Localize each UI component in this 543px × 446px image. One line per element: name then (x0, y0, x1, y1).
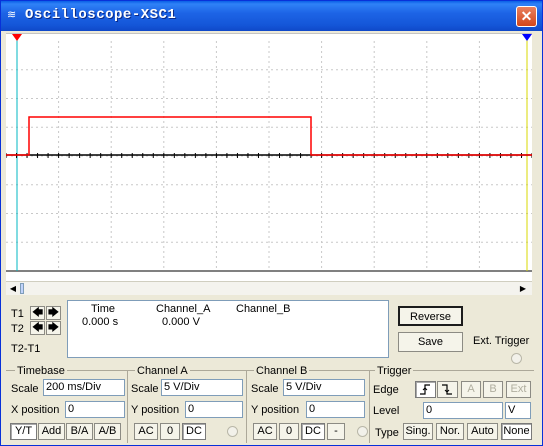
trigger-edge-label: Edge (373, 384, 399, 396)
readout-header-channel-a: Channel_A (156, 303, 211, 315)
waveform-plot (5, 32, 533, 272)
channel-b-scale-field[interactable]: 5 V/Div (283, 379, 365, 396)
channel-a-terminal[interactable] (227, 426, 238, 437)
channel-a-y-position-label: Y position (131, 404, 180, 416)
trigger-auto-button[interactable]: Auto (467, 423, 498, 440)
channel-a-divider (246, 370, 247, 443)
measurement-readout: Time Channel_A Channel_B 0.000 s 0.000 V (67, 300, 389, 358)
channel-b-scale-label: Scale (251, 383, 279, 395)
cursor-t2-marker[interactable] (522, 34, 532, 41)
channel-b-header: Channel B (254, 365, 310, 377)
timebase-scale-label: Scale (11, 383, 39, 395)
x-position-field[interactable]: 0 (65, 401, 125, 418)
trigger-source-a-button[interactable]: A (461, 381, 481, 398)
falling-edge-icon[interactable] (437, 381, 458, 398)
scroll-right-arrow-icon[interactable]: ▶ (516, 282, 530, 295)
scroll-thumb[interactable] (20, 283, 24, 294)
trigger-header: Trigger (375, 365, 414, 377)
save-button[interactable]: Save (398, 332, 463, 352)
ba-mode-button[interactable]: B/A (66, 423, 93, 440)
rising-edge-icon[interactable] (415, 381, 436, 398)
trigger-normal-button[interactable]: Nor. (436, 423, 464, 440)
trigger-none-button[interactable]: None (501, 423, 532, 440)
t2-label: T2 (11, 323, 24, 335)
oscilloscope-window: ≋ Oscilloscope-XSC1 ✕ ◀ ▶ T1 🡄 🡆 T2 🡄 🡆 … (0, 0, 543, 446)
trigger-source-b-button[interactable]: B (483, 381, 503, 398)
channel-b-ac-button[interactable]: AC (253, 423, 277, 440)
window-title: Oscilloscope-XSC1 (25, 7, 177, 23)
readout-header-time: Time (91, 303, 116, 315)
trigger-level-label: Level (373, 405, 400, 417)
channel-b-y-position-field[interactable]: 0 (306, 401, 365, 418)
ext-trigger-terminal[interactable] (511, 353, 522, 364)
channel-a-y-position-field[interactable]: 0 (185, 401, 243, 418)
channel-b-divider (369, 370, 370, 443)
channel-a-scale-label: Scale (131, 383, 159, 395)
channel-a-zero-button[interactable]: 0 (160, 423, 180, 440)
add-mode-button[interactable]: Add (38, 423, 65, 440)
yt-mode-button[interactable]: Y/T (10, 423, 37, 440)
timebase-divider (127, 370, 128, 443)
trigger-level-field[interactable]: 0 (423, 402, 503, 419)
cursor-t1-marker[interactable] (12, 34, 22, 41)
readout-header-channel-b: Channel_B (236, 303, 291, 315)
channel-b-minus-button[interactable]: - (327, 423, 345, 440)
t2-t1-label: T2-T1 (11, 343, 41, 355)
channel-a-dc-button[interactable]: DC (182, 423, 206, 440)
oscilloscope-display (5, 32, 533, 281)
close-button[interactable]: ✕ (516, 6, 537, 27)
trigger-type-label: Type (375, 427, 399, 439)
t2-left-arrow-icon[interactable]: 🡄 (30, 321, 45, 335)
channel-a-scale-field[interactable]: 5 V/Div (161, 379, 243, 396)
t2-right-arrow-icon[interactable]: 🡆 (46, 321, 61, 335)
oscilloscope-app-icon: ≋ (7, 9, 17, 21)
t1-left-arrow-icon[interactable]: 🡄 (30, 306, 45, 320)
t1-right-arrow-icon[interactable]: 🡆 (46, 306, 61, 320)
channel-b-zero-button[interactable]: 0 (279, 423, 299, 440)
trigger-single-button[interactable]: Sing. (403, 423, 433, 440)
channel-b-terminal[interactable] (357, 426, 368, 437)
ab-mode-button[interactable]: A/B (94, 423, 121, 440)
reverse-button[interactable]: Reverse (398, 306, 463, 326)
display-scrollbar[interactable]: ◀ ▶ (6, 281, 532, 295)
channel-a-header: Channel A (135, 365, 190, 377)
ext-trigger-label: Ext. Trigger (473, 335, 530, 347)
t1-label: T1 (11, 308, 24, 320)
title-bar[interactable]: ≋ Oscilloscope-XSC1 ✕ (1, 1, 542, 31)
readout-time-value: 0.000 s (82, 316, 119, 328)
trigger-source-ext-button[interactable]: Ext (506, 381, 531, 398)
x-position-label: X position (11, 404, 60, 416)
channel-a-ac-button[interactable]: AC (134, 423, 158, 440)
trigger-level-unit[interactable]: V (505, 402, 531, 419)
channel-b-y-position-label: Y position (251, 404, 300, 416)
scroll-left-arrow-icon[interactable]: ◀ (6, 282, 20, 295)
readout-channel-a-value: 0.000 V (162, 316, 200, 328)
timebase-header: Timebase (15, 365, 67, 377)
timebase-scale-field[interactable]: 200 ms/Div (43, 379, 125, 396)
channel-b-dc-button[interactable]: DC (301, 423, 325, 440)
